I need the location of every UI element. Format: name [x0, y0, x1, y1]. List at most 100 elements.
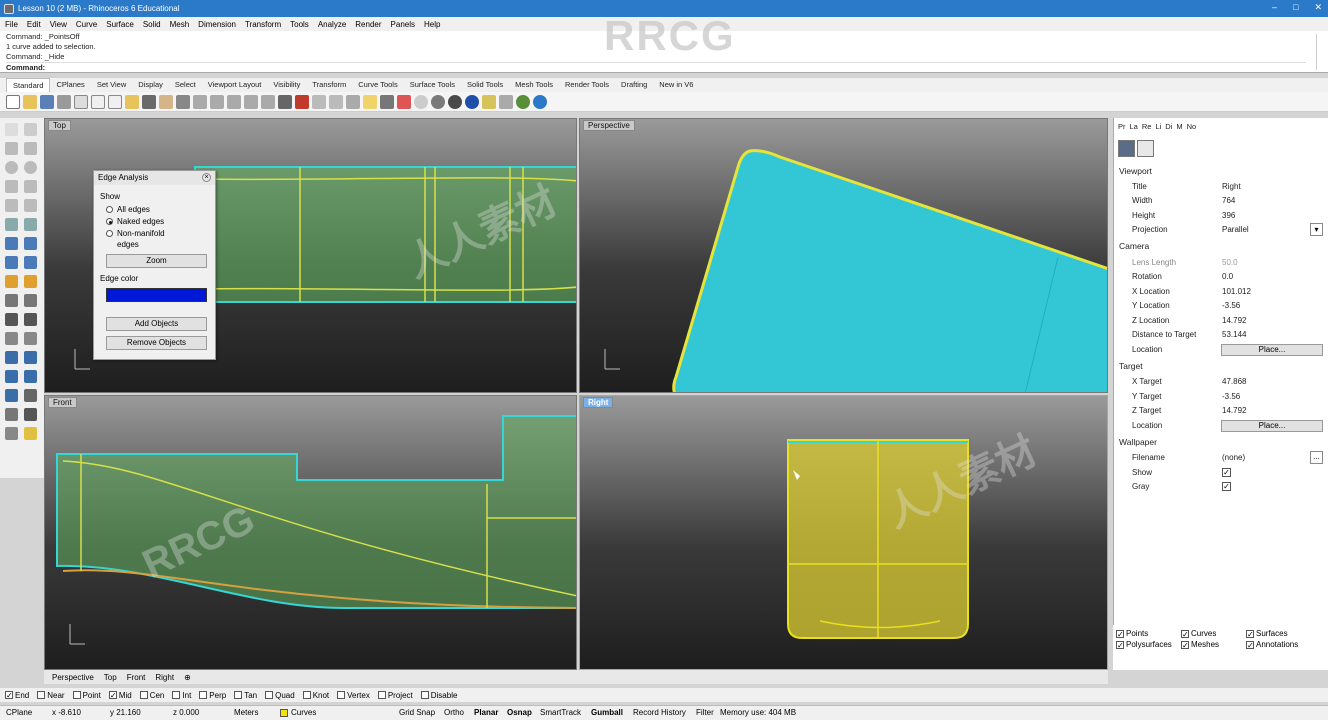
tab-lights[interactable]: Li: [1155, 122, 1161, 136]
viewport-label-front[interactable]: Front: [48, 397, 77, 408]
maximize-button[interactable]: □: [1293, 2, 1298, 13]
place-camera-button[interactable]: Place...: [1221, 344, 1323, 356]
close-icon[interactable]: ×: [202, 173, 211, 182]
tab-top[interactable]: Top: [100, 673, 121, 682]
remove-objects-button[interactable]: Remove Objects: [106, 336, 207, 350]
options-icon[interactable]: [499, 94, 513, 109]
checkbox[interactable]: [337, 691, 346, 699]
all-edges-label[interactable]: All edges: [117, 205, 150, 214]
tab-notes[interactable]: No: [1187, 122, 1197, 136]
polygon-icon[interactable]: [5, 199, 18, 212]
checkbox[interactable]: [37, 691, 46, 699]
osnap-project[interactable]: Project: [377, 691, 413, 700]
add-objects-button[interactable]: Add Objects: [106, 317, 207, 331]
place-target-button[interactable]: Place...: [1221, 420, 1323, 432]
tab-perspective[interactable]: Perspective: [48, 673, 98, 682]
tab-new-in-v6[interactable]: New in V6: [653, 78, 699, 92]
fillet-curve-icon[interactable]: [24, 199, 37, 212]
tab-set-view[interactable]: Set View: [91, 78, 132, 92]
boolean-icon[interactable]: [24, 275, 37, 288]
tab-front[interactable]: Front: [123, 673, 150, 682]
osnap-vertex[interactable]: Vertex: [337, 691, 370, 700]
y-location-value[interactable]: -3.56: [1222, 301, 1240, 310]
planar-toggle[interactable]: Planar: [474, 708, 498, 717]
four-view-icon[interactable]: [278, 94, 292, 109]
rectangle-icon[interactable]: [24, 180, 37, 193]
osnap-disable[interactable]: Disable: [420, 691, 457, 700]
dimension-icon[interactable]: [24, 389, 37, 402]
tab-render-tools[interactable]: Render Tools: [559, 78, 615, 92]
viewport-label-right[interactable]: Right: [583, 397, 614, 408]
ortho-toggle[interactable]: Ortho: [444, 708, 464, 717]
curve-icon[interactable]: [24, 142, 37, 155]
loft-icon[interactable]: [24, 218, 37, 231]
tab-solid-tools[interactable]: Solid Tools: [461, 78, 509, 92]
rotation-value[interactable]: 0.0: [1222, 272, 1233, 281]
grasshopper-icon[interactable]: [516, 94, 530, 109]
width-value[interactable]: 764: [1222, 196, 1235, 205]
osnap-mid[interactable]: ✓ Mid: [108, 691, 132, 700]
checkbox[interactable]: [377, 691, 386, 699]
filter-points[interactable]: ✓ Points: [1116, 629, 1148, 638]
viewport-icon[interactable]: [1137, 140, 1154, 157]
osnap-quad[interactable]: Quad: [265, 691, 295, 700]
menu-tools[interactable]: Tools: [290, 20, 309, 29]
menu-render[interactable]: Render: [355, 20, 381, 29]
menu-file[interactable]: File: [5, 20, 18, 29]
radio-all-edges[interactable]: [106, 206, 113, 213]
pan-hand-icon[interactable]: [159, 94, 173, 109]
checkbox[interactable]: ✓: [1181, 640, 1189, 649]
sphere-icon[interactable]: [24, 237, 37, 250]
tab-cplanes[interactable]: CPlanes: [50, 78, 90, 92]
checkbox[interactable]: [139, 691, 148, 699]
checkbox[interactable]: [72, 691, 81, 699]
rotate-view-icon[interactable]: [176, 94, 190, 109]
menu-surface[interactable]: Surface: [106, 20, 134, 29]
tab-transform[interactable]: Transform: [306, 78, 352, 92]
trim-icon[interactable]: [5, 294, 18, 307]
gray-checkbox[interactable]: ✓: [1222, 482, 1231, 491]
menu-solid[interactable]: Solid: [143, 20, 161, 29]
tab-display[interactable]: Di: [1165, 122, 1172, 136]
menu-panels[interactable]: Panels: [391, 20, 415, 29]
menu-transform[interactable]: Transform: [245, 20, 281, 29]
mirror-icon[interactable]: [24, 370, 37, 383]
osnap-int[interactable]: Int: [172, 691, 191, 700]
checkbox[interactable]: ✓: [108, 691, 117, 700]
select-arrow-icon[interactable]: [5, 123, 18, 136]
add-tab-icon[interactable]: ⊕: [180, 673, 195, 682]
osnap-point[interactable]: Point: [72, 691, 101, 700]
ellipse-icon[interactable]: [24, 161, 37, 174]
tab-right[interactable]: Right: [151, 673, 178, 682]
tab-visibility[interactable]: Visibility: [267, 78, 306, 92]
cplane-indicator[interactable]: CPlane: [6, 708, 32, 717]
point-icon[interactable]: [24, 123, 37, 136]
menu-help[interactable]: Help: [424, 20, 440, 29]
osnap-near[interactable]: Near: [37, 691, 65, 700]
osnap-end[interactable]: ✓ End: [5, 691, 29, 700]
z-target-value[interactable]: 14.792: [1222, 406, 1246, 415]
move-icon[interactable]: [5, 351, 18, 364]
zoom-window-icon[interactable]: [210, 94, 224, 109]
open-file-icon[interactable]: [23, 94, 37, 109]
minimize-button[interactable]: –: [1272, 2, 1277, 13]
checkbox[interactable]: [199, 691, 208, 699]
checkbox[interactable]: [265, 691, 274, 699]
rendered-sphere-icon[interactable]: [448, 94, 462, 109]
projection-select[interactable]: Parallel: [1222, 225, 1249, 234]
render-icon[interactable]: [5, 427, 18, 440]
mesh-icon[interactable]: [24, 256, 37, 269]
z-location-value[interactable]: 14.792: [1222, 316, 1246, 325]
fillet-edge-icon[interactable]: [5, 332, 18, 345]
cylinder-icon[interactable]: [5, 256, 18, 269]
chevron-down-icon[interactable]: ▾: [1310, 223, 1323, 236]
offset-icon[interactable]: [24, 332, 37, 345]
gear-icon[interactable]: [482, 94, 496, 109]
current-layer[interactable]: Curves: [280, 708, 316, 717]
gumball-toggle[interactable]: Gumball: [591, 708, 623, 717]
checkmark-icon[interactable]: [24, 408, 37, 421]
y-target-value[interactable]: -3.56: [1222, 392, 1240, 401]
checkbox[interactable]: [172, 691, 181, 699]
checkbox[interactable]: ✓: [5, 691, 13, 700]
osnap-tan[interactable]: Tan: [234, 691, 257, 700]
